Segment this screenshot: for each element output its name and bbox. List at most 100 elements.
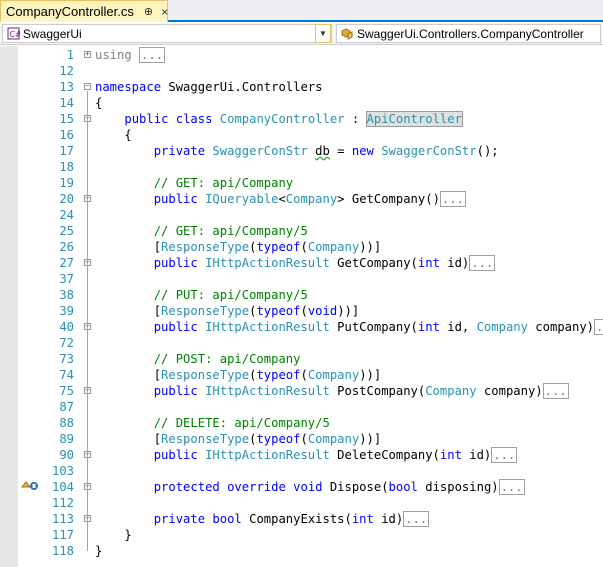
code-text: // POST: api/Company xyxy=(95,351,301,367)
code-line[interactable]: 15− public class CompanyController : Api… xyxy=(0,111,603,127)
close-icon[interactable]: × xyxy=(161,5,168,19)
code-text: } xyxy=(95,527,132,543)
code-line[interactable]: 18 xyxy=(0,159,603,175)
line-number: 88 xyxy=(59,416,74,430)
code-token: public xyxy=(153,448,198,462)
code-line[interactable]: 118} xyxy=(0,543,603,559)
document-tab[interactable]: CompanyController.cs ⊕ × xyxy=(0,0,168,22)
line-number: 12 xyxy=(59,64,74,78)
code-line[interactable]: 103 xyxy=(0,463,603,479)
code-token: class xyxy=(175,112,213,126)
collapsed-region[interactable]: ... xyxy=(498,479,525,495)
code-token: ResponseType xyxy=(161,240,250,254)
expand-outline-icon[interactable]: + xyxy=(84,51,91,58)
code-line[interactable]: 112 xyxy=(0,495,603,511)
code-token: public xyxy=(124,112,169,126)
code-token: } xyxy=(95,544,103,558)
code-token: CompanyExists( xyxy=(241,512,352,526)
code-line[interactable]: 1 + using ... xyxy=(0,47,603,63)
code-line[interactable]: 19 // GET: api/Company xyxy=(0,175,603,191)
code-text: protected override void Dispose(bool dis… xyxy=(95,479,525,495)
code-token: int xyxy=(439,448,462,462)
svg-text:C#: C# xyxy=(9,30,20,39)
code-line[interactable]: 73 // POST: api/Company xyxy=(0,351,603,367)
code-token: disposing) xyxy=(417,480,499,494)
code-line[interactable]: 27+ public IHttpActionResult GetCompany(… xyxy=(0,255,603,271)
line-number: 14 xyxy=(59,96,74,110)
type-dropdown[interactable]: SwaggerUi.Controllers.CompanyController xyxy=(336,24,601,43)
code-line[interactable]: 75+ public IHttpActionResult PostCompany… xyxy=(0,383,603,399)
code-token: GetCompany( xyxy=(329,256,418,270)
code-line[interactable]: 17 private SwaggerConStr db = new Swagge… xyxy=(0,143,603,159)
line-number: 15 xyxy=(59,112,74,126)
code-line[interactable]: 37 xyxy=(0,271,603,287)
code-token: void xyxy=(293,480,323,494)
code-line[interactable]: 38 // PUT: api/Company/5 xyxy=(0,287,603,303)
collapsed-region[interactable]: ... xyxy=(469,255,496,271)
code-token: typeof xyxy=(256,240,301,254)
code-token: typeof xyxy=(256,368,301,382)
code-token: { xyxy=(95,96,103,110)
line-number: 18 xyxy=(59,160,74,174)
code-lens-icon[interactable] xyxy=(21,479,39,493)
collapsed-region[interactable]: ... xyxy=(491,447,518,463)
code-line[interactable]: 12 xyxy=(0,63,603,79)
code-text: namespace SwaggerUi.Controllers xyxy=(95,79,322,95)
code-line[interactable]: 14 { xyxy=(0,95,603,111)
line-number: 103 xyxy=(51,464,74,478)
line-number: 39 xyxy=(59,304,74,318)
type-name: SwaggerUi.Controllers.CompanyController xyxy=(357,26,584,41)
collapsed-region[interactable]: ... xyxy=(542,383,569,399)
code-text: [ResponseType(typeof(Company))] xyxy=(153,240,382,254)
tab-title: CompanyController.cs xyxy=(6,4,134,19)
code-line[interactable]: 16 { xyxy=(0,127,603,143)
chevron-down-icon[interactable]: ▼ xyxy=(315,24,331,43)
code-line[interactable]: 25 // GET: api/Company/5 xyxy=(0,223,603,239)
code-line[interactable]: 117 } xyxy=(0,527,603,543)
code-text: public IHttpActionResult PostCompany(Com… xyxy=(95,383,569,399)
collapsed-region[interactable]: ... xyxy=(139,47,166,63)
collapse-outline-icon[interactable]: − xyxy=(84,83,91,90)
code-token: Company xyxy=(307,432,360,446)
code-line[interactable]: 20+ public IQueryable<Company> GetCompan… xyxy=(0,191,603,207)
code-line[interactable]: 87 xyxy=(0,399,603,415)
code-token: id) xyxy=(373,512,404,526)
line-number: 112 xyxy=(51,496,74,510)
code-line[interactable]: 13 − namespace SwaggerUi.Controllers xyxy=(0,79,603,95)
code-line[interactable]: 74 [ResponseType(typeof(Company))] xyxy=(0,367,603,383)
code-line[interactable]: 72 xyxy=(0,335,603,351)
code-token: } xyxy=(124,528,132,542)
code-token: public xyxy=(153,192,198,206)
code-line[interactable]: 104+ protected override void Dispose(boo… xyxy=(0,479,603,495)
code-line[interactable]: 113+ private bool CompanyExists(int id).… xyxy=(0,511,603,527)
code-token: IHttpActionResult xyxy=(205,320,330,334)
code-line[interactable]: 26 [ResponseType(typeof(Company))] xyxy=(0,239,603,255)
code-token: // POST: api/Company xyxy=(153,352,301,366)
code-token: // PUT: api/Company/5 xyxy=(153,288,308,302)
project-dropdown[interactable]: C# SwaggerUi ▼ xyxy=(2,24,332,43)
code-token: GetCompany() xyxy=(344,192,440,206)
code-token: PostCompany( xyxy=(329,384,426,398)
collapsed-region[interactable]: ... xyxy=(439,191,466,207)
code-token: Company xyxy=(307,240,360,254)
code-line[interactable]: 90+ public IHttpActionResult DeleteCompa… xyxy=(0,447,603,463)
collapsed-region[interactable]: ... xyxy=(403,511,430,527)
code-line[interactable]: 40+ public IHttpActionResult PutCompany(… xyxy=(0,319,603,335)
code-token: // GET: api/Company xyxy=(153,176,294,190)
code-token: namespace xyxy=(95,80,162,94)
code-editor[interactable]: 1 + using ... 12 13 − namespace SwaggerUi.Cont… xyxy=(0,46,603,567)
code-token: protected xyxy=(153,480,220,494)
code-token: new xyxy=(351,144,374,158)
code-line[interactable]: 89 [ResponseType(typeof(Company))] xyxy=(0,431,603,447)
pin-icon[interactable]: ⊕ xyxy=(144,5,153,18)
line-number: 24 xyxy=(59,208,74,222)
line-number: 27 xyxy=(59,256,74,270)
code-line[interactable]: 88 // DELETE: api/Company/5 xyxy=(0,415,603,431)
collapsed-region[interactable]: ... xyxy=(594,319,603,335)
code-text: { xyxy=(95,95,102,111)
code-line[interactable]: 24 xyxy=(0,207,603,223)
code-line[interactable]: 39 [ResponseType(typeof(void))] xyxy=(0,303,603,319)
code-token: ResponseType xyxy=(161,432,250,446)
code-token: override xyxy=(227,480,286,494)
code-text: public IQueryable<Company> GetCompany().… xyxy=(153,191,466,207)
